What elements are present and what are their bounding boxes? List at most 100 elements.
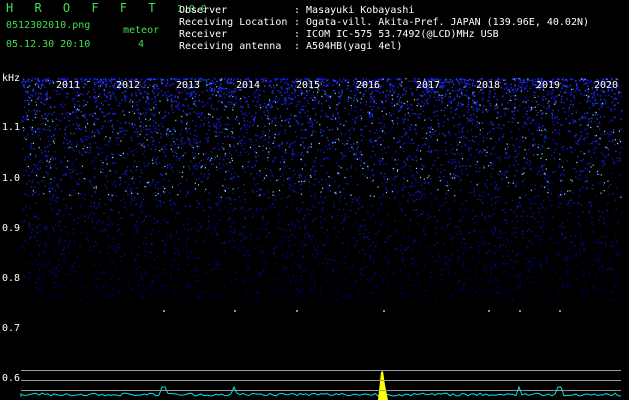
noise-pixel	[557, 254, 559, 257]
noise-pixel	[546, 255, 548, 257]
noise-pixel	[36, 227, 38, 229]
noise-pixel	[110, 258, 112, 260]
noise-pixel	[372, 174, 374, 176]
noise-pixel	[516, 221, 518, 223]
noise-pixel	[521, 85, 524, 87]
noise-pixel	[268, 130, 271, 132]
noise-pixel	[148, 103, 151, 105]
noise-pixel	[139, 91, 141, 94]
noise-pixel	[495, 277, 497, 279]
noise-pixel	[141, 211, 144, 213]
noise-pixel	[434, 277, 437, 279]
noise-pixel	[520, 81, 523, 84]
noise-pixel	[411, 93, 414, 96]
noise-pixel	[182, 224, 185, 226]
noise-pixel	[617, 273, 619, 275]
noise-pixel	[344, 256, 346, 258]
noise-pixel	[524, 269, 527, 272]
noise-pixel	[400, 79, 402, 81]
noise-pixel	[118, 137, 120, 139]
noise-pixel	[243, 184, 245, 186]
noise-pixel	[593, 95, 596, 97]
noise-pixel	[446, 226, 448, 228]
noise-pixel	[494, 229, 497, 232]
noise-pixel	[459, 165, 461, 167]
noise-pixel	[396, 96, 399, 98]
noise-pixel	[152, 140, 154, 143]
noise-pixel	[246, 294, 248, 296]
noise-pixel	[610, 108, 612, 110]
noise-pixel	[142, 153, 144, 155]
noise-pixel	[175, 216, 177, 218]
noise-pixel	[420, 184, 423, 187]
noise-pixel	[323, 151, 325, 153]
noise-pixel	[348, 129, 350, 132]
noise-pixel	[620, 146, 622, 149]
noise-pixel	[203, 240, 206, 242]
noise-pixel	[100, 159, 102, 162]
noise-pixel	[259, 275, 261, 278]
noise-pixel	[33, 163, 35, 166]
noise-pixel	[233, 172, 236, 175]
noise-pixel	[513, 165, 515, 167]
noise-pixel	[93, 81, 96, 84]
noise-pixel	[114, 267, 117, 269]
noise-pixel	[580, 243, 582, 245]
noise-pixel	[275, 117, 277, 120]
noise-pixel	[250, 239, 252, 241]
noise-pixel	[513, 110, 516, 112]
noise-pixel	[486, 146, 488, 148]
noise-pixel	[143, 144, 146, 147]
noise-pixel	[389, 87, 392, 89]
noise-pixel	[107, 180, 109, 182]
noise-pixel	[543, 138, 545, 140]
noise-pixel	[214, 126, 216, 128]
noise-pixel	[334, 148, 337, 150]
noise-pixel	[517, 253, 520, 255]
noise-pixel	[458, 90, 460, 92]
noise-pixel	[221, 131, 223, 133]
noise-pixel	[315, 131, 317, 133]
noise-pixel	[105, 230, 108, 232]
noise-pixel	[298, 220, 300, 223]
noise-pixel	[125, 96, 128, 98]
noise-pixel	[258, 98, 260, 101]
noise-pixel	[528, 159, 531, 162]
noise-pixel	[511, 259, 513, 261]
noise-pixel	[327, 258, 329, 261]
noise-pixel	[243, 117, 245, 120]
noise-pixel	[586, 79, 588, 82]
noise-pixel	[60, 120, 62, 123]
noise-pixel	[168, 163, 171, 165]
noise-pixel	[158, 199, 160, 202]
noise-pixel	[413, 185, 416, 187]
noise-pixel	[611, 291, 614, 293]
noise-pixel	[193, 187, 195, 190]
noise-pixel	[45, 226, 47, 228]
noise-pixel	[73, 228, 75, 230]
noise-pixel	[598, 256, 601, 259]
noise-pixel	[44, 243, 46, 245]
noise-pixel	[411, 92, 413, 94]
noise-pixel	[304, 105, 307, 107]
noise-pixel	[171, 104, 173, 106]
noise-pixel	[59, 93, 61, 95]
noise-pixel	[326, 172, 328, 174]
noise-pixel	[501, 273, 503, 275]
noise-pixel	[501, 178, 503, 180]
noise-pixel	[511, 137, 513, 139]
noise-pixel	[243, 136, 245, 138]
noise-pixel	[271, 120, 273, 122]
noise-pixel	[67, 147, 69, 149]
noise-pixel	[295, 293, 297, 295]
noise-pixel	[403, 165, 405, 168]
noise-pixel	[580, 93, 582, 95]
noise-pixel	[149, 79, 152, 81]
noise-pixel	[64, 133, 67, 135]
noise-pixel	[359, 164, 362, 166]
noise-pixel	[226, 82, 228, 84]
noise-pixel	[364, 253, 366, 255]
noise-pixel	[118, 291, 120, 293]
noise-pixel	[200, 119, 202, 121]
noise-pixel	[203, 124, 205, 126]
